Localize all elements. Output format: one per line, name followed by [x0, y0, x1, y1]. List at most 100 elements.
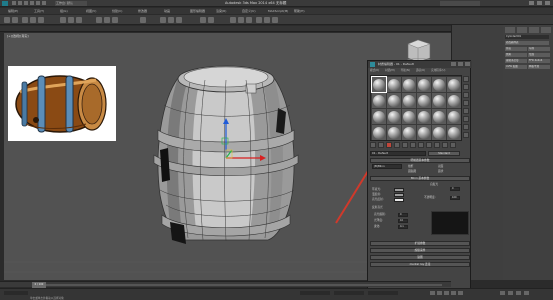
menu-navigation[interactable]: 导航(N) [401, 68, 410, 73]
uvw-map-button[interactable]: UVW 贴图 [505, 65, 527, 69]
face-map-checkbox[interactable]: 面贴图 [408, 169, 416, 174]
material-slot[interactable] [402, 77, 416, 92]
get-material-icon[interactable] [370, 142, 376, 148]
timeline-track[interactable] [32, 284, 442, 286]
maximize-viewport-icon[interactable] [524, 291, 529, 295]
goto-end-icon[interactable] [458, 291, 463, 295]
options-icon[interactable] [463, 124, 469, 130]
bend-button[interactable]: 弯曲 [528, 53, 550, 57]
go-forward-to-sibling-icon[interactable] [450, 142, 456, 148]
modify-tab-icon[interactable] [517, 27, 527, 33]
edit-poly-button[interactable]: 编辑多边形 [505, 59, 527, 63]
material-slot[interactable] [432, 93, 446, 108]
extrude-button[interactable]: 挤出 [505, 47, 527, 51]
material-slot[interactable] [417, 125, 431, 140]
diffuse-color-swatch[interactable] [394, 193, 404, 197]
material-slot[interactable] [432, 77, 446, 92]
specular-color-swatch[interactable] [394, 198, 404, 202]
y-coordinate-field[interactable] [334, 291, 364, 295]
next-frame-icon[interactable] [451, 291, 456, 295]
put-to-scene-icon[interactable] [378, 142, 384, 148]
menu-material[interactable]: 材质(M) [385, 68, 394, 73]
close-icon[interactable] [465, 62, 470, 66]
background-icon[interactable] [463, 92, 469, 98]
material-name-field[interactable]: 01 - Default [370, 151, 426, 156]
maxscript-listener-field[interactable] [4, 291, 28, 295]
material-slot[interactable] [447, 77, 461, 92]
specular-level-spinner[interactable]: 0 [398, 213, 408, 217]
motion-tab-icon[interactable] [541, 27, 551, 33]
x-coordinate-field[interactable] [300, 291, 330, 295]
reset-map-icon[interactable] [394, 142, 400, 148]
menu-utilities[interactable]: 实用程序(U) [431, 68, 445, 73]
material-slot[interactable] [371, 76, 387, 93]
material-slot[interactable] [402, 109, 416, 124]
z-coordinate-field[interactable] [368, 291, 398, 295]
supersampling-rollout[interactable]: 超级采样 [370, 248, 470, 253]
maps-rollout[interactable]: 贴图 [370, 255, 470, 260]
material-slot[interactable] [432, 125, 446, 140]
material-slot[interactable] [402, 125, 416, 140]
zoom-icon[interactable] [500, 291, 505, 295]
material-slot[interactable] [432, 109, 446, 124]
material-type-button[interactable]: Standard [428, 151, 460, 156]
material-slot[interactable] [372, 93, 386, 108]
assign-material-to-selection-icon[interactable] [386, 142, 392, 148]
material-editor-titlebar[interactable]: 材质编辑器 - 01 - Default [368, 61, 472, 68]
go-to-parent-icon[interactable] [442, 142, 448, 148]
modifier-list-dropdown[interactable]: 修改器列表 [505, 41, 549, 45]
soften-spinner[interactable]: 0.1 [398, 225, 408, 229]
material-slot[interactable] [447, 109, 461, 124]
menu-options[interactable]: 选项(O) [416, 68, 425, 73]
material-slot[interactable] [372, 125, 386, 140]
material-slot[interactable] [372, 109, 386, 124]
pan-icon[interactable] [508, 291, 513, 295]
show-end-result-icon[interactable] [434, 142, 440, 148]
goto-start-icon[interactable] [430, 291, 435, 295]
play-icon[interactable] [444, 291, 449, 295]
sample-uv-tiling-icon[interactable] [463, 100, 469, 106]
faceted-checkbox[interactable]: 面状 [438, 169, 443, 174]
sample-type-icon[interactable] [463, 76, 469, 82]
create-tab-icon[interactable] [505, 27, 515, 33]
material-slot[interactable] [387, 93, 401, 108]
make-preview-icon[interactable] [463, 116, 469, 122]
minimize-icon[interactable] [451, 62, 456, 66]
lathe-button[interactable]: 车削 [528, 47, 550, 51]
mental-ray-connection-rollout[interactable]: mental ray 连接 [370, 262, 470, 267]
make-unique-icon[interactable] [402, 142, 408, 148]
shader-type-dropdown[interactable]: (B)Blinn [372, 164, 402, 169]
bevel-button[interactable]: 倒角 [505, 53, 527, 57]
material-slot[interactable] [387, 109, 401, 124]
orbit-icon[interactable] [516, 291, 521, 295]
hierarchy-tab-icon[interactable] [529, 27, 539, 33]
material-slot[interactable] [387, 125, 401, 140]
backlight-icon[interactable] [463, 84, 469, 90]
put-to-library-icon[interactable] [410, 142, 416, 148]
meshsmooth-button[interactable]: 网格平滑 [528, 65, 550, 69]
object-name-field[interactable]: Cylinder001 [505, 35, 549, 39]
material-slot[interactable] [417, 77, 431, 92]
material-slot[interactable] [402, 93, 416, 108]
video-color-check-icon[interactable] [463, 108, 469, 114]
material-slot[interactable] [447, 93, 461, 108]
ambient-color-swatch[interactable] [394, 188, 404, 192]
material-editor-window[interactable]: 材质编辑器 - 01 - Default 模式(D) 材质(M) 导航(N) 选… [367, 60, 472, 300]
shader-basic-params-rollout[interactable]: 明暗器基本参数 [370, 158, 470, 163]
material-slot[interactable] [417, 109, 431, 124]
extended-params-rollout[interactable]: 扩展参数 [370, 241, 470, 246]
material-slot[interactable] [387, 77, 401, 92]
ffd-button[interactable]: FFD 4x4x4 [528, 59, 550, 63]
self-illum-spinner[interactable]: 0 [450, 187, 460, 191]
menu-modes[interactable]: 模式(D) [370, 68, 379, 73]
maximize-icon[interactable] [458, 62, 463, 66]
previous-frame-icon[interactable] [437, 291, 442, 295]
glossiness-spinner[interactable]: 10 [398, 219, 408, 223]
blinn-basic-params-rollout[interactable]: Blinn 基本参数 [370, 176, 470, 181]
select-by-material-icon[interactable] [463, 132, 469, 138]
material-slot[interactable] [447, 125, 461, 140]
material-slot[interactable] [417, 93, 431, 108]
material-id-channel-icon[interactable] [418, 142, 424, 148]
opacity-spinner[interactable]: 100 [450, 196, 460, 200]
show-map-in-viewport-icon[interactable] [426, 142, 432, 148]
